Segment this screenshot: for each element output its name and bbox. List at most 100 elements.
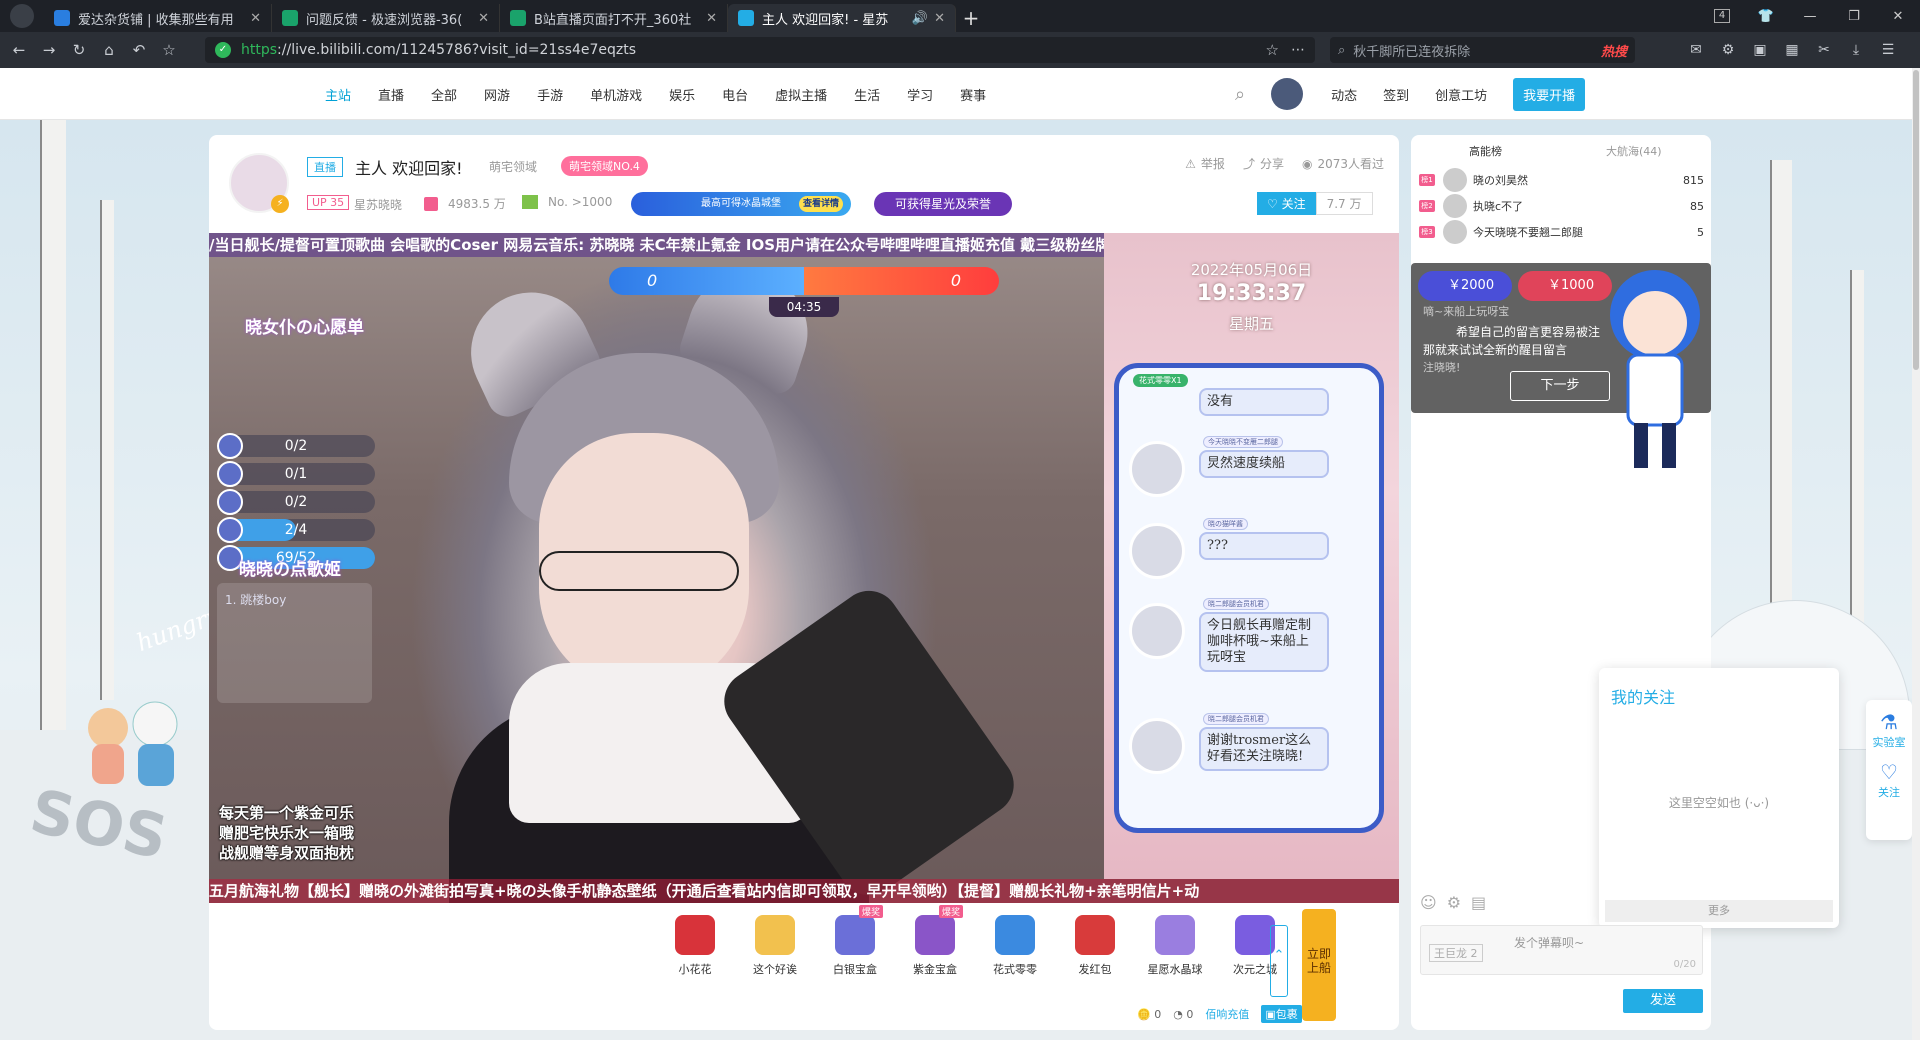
undo-icon[interactable]: ↶ xyxy=(124,41,154,59)
room-area[interactable]: 萌宅领域 xyxy=(489,158,537,175)
gift-expand-button[interactable]: ⌃ xyxy=(1270,925,1288,997)
nav-home[interactable]: 主站 xyxy=(325,85,351,104)
close-tab-icon[interactable]: ✕ xyxy=(934,11,945,26)
star-icon[interactable]: ☆ xyxy=(1266,41,1279,59)
nav-vtuber[interactable]: 虚拟主播 xyxy=(775,85,827,104)
gift-label: 这个好诶 xyxy=(753,963,797,976)
streamer-name[interactable]: 星苏晓晓 xyxy=(354,196,402,213)
gift-item[interactable]: 小花花 xyxy=(665,915,725,977)
rank-row[interactable]: 榜1 晓の刘昊然 815 xyxy=(1419,167,1704,193)
report-button[interactable]: ⚠ 举报 xyxy=(1185,155,1225,172)
browser-search-field[interactable]: ⌕ 秋千脚所已连夜拆除 热搜 xyxy=(1330,37,1635,63)
scrollbar-thumb[interactable] xyxy=(1913,70,1919,370)
danmu-input[interactable]: 王巨龙 2 发个弹幕呗~ 0/20 xyxy=(1420,925,1703,975)
video-player[interactable]: /当日舰长/提督可置顶歌曲 会唱歌的Coser 网易云音乐: 苏晓晓 未C年禁止… xyxy=(209,233,1399,903)
fan-medal-badge[interactable]: 王巨龙 2 xyxy=(1429,944,1483,962)
scissors-icon[interactable]: ✂ xyxy=(1808,42,1840,58)
gift-item[interactable]: 发红包 xyxy=(1065,915,1125,977)
share-button[interactable]: ⤴ 分享 xyxy=(1243,155,1284,172)
reload-icon[interactable]: ↻ xyxy=(64,41,94,59)
gift-item[interactable]: 爆奖 紫金宝盒 xyxy=(905,905,965,977)
nav-mobile-games[interactable]: 手游 xyxy=(537,85,563,104)
streamer-avatar[interactable]: ⚡ xyxy=(229,153,289,213)
close-tab-icon[interactable]: ✕ xyxy=(250,11,261,26)
nav-all[interactable]: 全部 xyxy=(431,85,457,104)
restore-button[interactable]: ❐ xyxy=(1832,9,1876,24)
settings-icon[interactable]: ⚙ xyxy=(1712,42,1744,58)
minimize-button[interactable]: — xyxy=(1788,9,1832,24)
tab-guard[interactable]: 大航海(44) xyxy=(1606,143,1662,159)
nav-single-games[interactable]: 单机游戏 xyxy=(590,85,642,104)
nav-live[interactable]: 直播 xyxy=(378,85,404,104)
gift-item[interactable]: 爆奖 白银宝盒 xyxy=(825,905,885,977)
bag-button[interactable]: ▣包裹 xyxy=(1261,1005,1302,1023)
nav-entertainment[interactable]: 娱乐 xyxy=(669,85,695,104)
nav-online-games[interactable]: 网游 xyxy=(484,85,510,104)
back-icon[interactable]: ← xyxy=(4,41,34,59)
rank-row[interactable]: 榜3 今天晓晓不要翘二郎腿 5 xyxy=(1419,219,1704,245)
nav-radio[interactable]: 电台 xyxy=(722,85,748,104)
close-tab-icon[interactable]: ✕ xyxy=(706,11,717,26)
page-scrollbar[interactable] xyxy=(1912,68,1920,1040)
share-icon: ⤴ xyxy=(1242,157,1255,171)
follows-more-button[interactable]: 更多 xyxy=(1605,900,1833,922)
browser-logo-icon[interactable] xyxy=(0,0,44,32)
rank-value: No. >1000 xyxy=(548,195,613,209)
nav-dynamics[interactable]: 动态 xyxy=(1331,85,1357,104)
danmu-style-icon[interactable]: ▤ xyxy=(1471,893,1486,912)
silver-coin: ◔ 0 xyxy=(1173,1007,1194,1021)
lab-button[interactable]: ⚗ 实验室 xyxy=(1866,710,1912,750)
new-tab-button[interactable]: + xyxy=(956,4,986,32)
apps-icon[interactable]: ▦ xyxy=(1776,42,1808,58)
rank-name: 执晓c不了 xyxy=(1473,200,1524,213)
promo-banner[interactable]: 最高可得冰晶城堡 查看详情 xyxy=(631,192,851,216)
user-avatar[interactable] xyxy=(1271,78,1304,110)
recharge-link[interactable]: 佰响充值 xyxy=(1205,1006,1249,1022)
send-button[interactable]: 发送 xyxy=(1623,989,1703,1013)
nav-study[interactable]: 学习 xyxy=(907,85,933,104)
tab-count[interactable]: 4 xyxy=(1714,9,1730,23)
super-chat-pill[interactable]: ￥2000 xyxy=(1418,271,1512,301)
search-icon[interactable]: ⌕ xyxy=(1235,84,1245,105)
nav-events[interactable]: 赛事 xyxy=(960,85,986,104)
more-icon[interactable]: ⋯ xyxy=(1291,42,1305,58)
nav-life[interactable]: 生活 xyxy=(854,85,880,104)
forward-icon[interactable]: → xyxy=(34,41,64,59)
skin-icon[interactable]: 👕 xyxy=(1744,9,1788,24)
go-live-button[interactable]: 我要开播 xyxy=(1513,77,1586,111)
bookmarks-icon[interactable]: ☆ xyxy=(154,41,184,59)
menu-icon[interactable]: ☰ xyxy=(1872,42,1904,58)
next-step-button[interactable]: 下一步 xyxy=(1510,371,1610,401)
rank-row[interactable]: 榜2 执晓c不了 85 xyxy=(1419,193,1704,219)
extension-icon[interactable]: ▣ xyxy=(1744,42,1776,58)
rank-tabs: 高能榜 大航海(44) xyxy=(1411,143,1711,165)
nav-checkin[interactable]: 签到 xyxy=(1383,85,1409,104)
promo-detail-button[interactable]: 查看详情 xyxy=(798,196,843,212)
hot-search-badge[interactable]: 热搜 xyxy=(1601,41,1627,60)
browser-tab-4[interactable]: 主人 欢迎回家! - 星苏 🔊 ✕ xyxy=(728,4,956,32)
nav-workshop[interactable]: 创意工坊 xyxy=(1435,85,1487,104)
settings-icon[interactable]: ⚙ xyxy=(1447,893,1461,912)
home-icon[interactable]: ⌂ xyxy=(94,41,124,59)
speaker-icon[interactable]: 🔊 xyxy=(912,11,928,26)
gift-item[interactable]: 这个好诶 xyxy=(745,915,805,977)
area-rank-badge[interactable]: 萌宅领域NO.4 xyxy=(561,156,648,176)
browser-tab-2[interactable]: 问题反馈 - 极速浏览器-36(✕ xyxy=(272,4,500,32)
warning-icon: ⚠ xyxy=(1185,156,1196,171)
mail-icon[interactable]: ✉ xyxy=(1680,42,1712,58)
follow-side-button[interactable]: ♡ 关注 xyxy=(1866,760,1912,800)
super-chat-pill[interactable]: ￥1000 xyxy=(1518,271,1612,301)
gift-item[interactable]: 花式零零 xyxy=(985,915,1045,977)
tab-high-energy[interactable]: 高能榜 xyxy=(1469,143,1502,159)
url-field[interactable]: ✓ https://live.bilibili.com/11245786?vis… xyxy=(205,37,1315,63)
browser-tab-3[interactable]: B站直播页面打不开_360社 ✕ xyxy=(500,4,728,32)
emoji-icon[interactable]: ☺ xyxy=(1420,893,1437,912)
close-tab-icon[interactable]: ✕ xyxy=(478,11,489,26)
follow-button[interactable]: ♡ 关注 xyxy=(1257,192,1316,215)
gift-item[interactable]: 星愿水晶球 xyxy=(1145,915,1205,977)
download-icon[interactable]: ⤓ xyxy=(1840,42,1872,58)
tab-favicon-icon xyxy=(510,10,526,26)
browser-tab-1[interactable]: 爱达杂货铺 | 收集那些有用 ✕ xyxy=(44,4,272,32)
honor-button[interactable]: 可获得星光及荣誉 xyxy=(874,192,1012,216)
close-window-button[interactable]: ✕ xyxy=(1876,9,1920,24)
